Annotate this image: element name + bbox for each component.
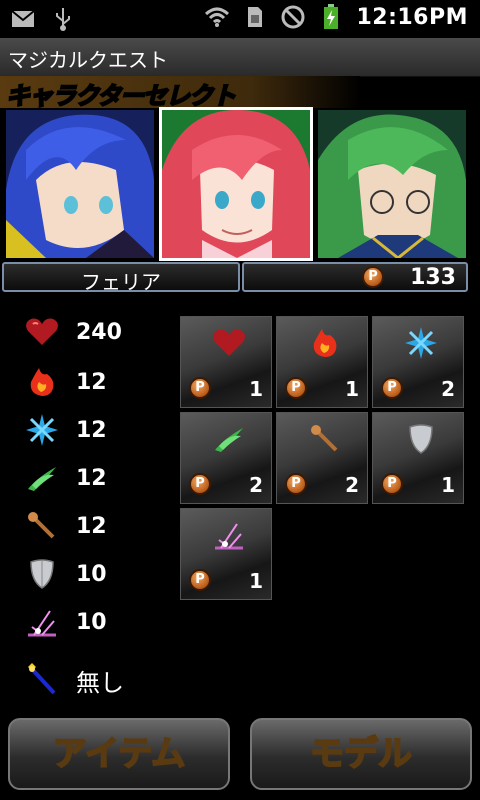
points-value: 133 [410, 265, 456, 290]
character-name-bar: フェリア [2, 262, 240, 294]
points-icon: P [362, 266, 384, 288]
app-title: マジカルクエスト [8, 48, 168, 72]
item-fire[interactable]: P 1 [276, 316, 368, 408]
stat-fire-value: 12 [76, 369, 107, 395]
clock: 12:16PM [356, 4, 468, 30]
wand-icon [22, 660, 62, 700]
usb-icon [50, 6, 76, 32]
stat-wind: 12 [22, 458, 107, 498]
points-bar: P 133 [242, 262, 468, 292]
stat-magic: 10 [22, 602, 107, 642]
banner-text: キャラクターセレクト [5, 81, 237, 111]
shield-icon [403, 421, 439, 457]
points-icon: P [381, 377, 403, 399]
character-name: フェリア [81, 270, 161, 294]
model-button-label: モデル [309, 733, 413, 775]
wind-icon [211, 421, 247, 457]
item-button-label: アイテム [52, 733, 187, 775]
character-select-banner: キャラクターセレクト [0, 76, 360, 111]
item-ice[interactable]: P 2 [372, 316, 464, 408]
magic-spark-icon [211, 517, 247, 553]
sim-icon [242, 4, 268, 30]
stat-hp: 240 [22, 312, 122, 352]
fire-icon [307, 325, 343, 361]
no-signal-icon [280, 4, 306, 30]
ice-icon [403, 325, 439, 361]
equipment-slot[interactable]: 無し [22, 660, 124, 700]
portrait-red-hair-character[interactable] [159, 107, 313, 261]
stat-staff-value: 12 [76, 513, 107, 539]
item-button[interactable]: アイテム [8, 718, 230, 790]
gmail-icon [10, 6, 36, 32]
stat-wind-value: 12 [76, 465, 107, 491]
stat-hp-value: 240 [76, 319, 122, 345]
wifi-icon [204, 4, 230, 30]
staff-icon [307, 421, 343, 457]
item-cost: 2 [249, 473, 263, 497]
points-icon: P [285, 377, 307, 399]
equipment-value: 無し [76, 668, 124, 697]
portrait-green-hair-character[interactable] [318, 110, 466, 258]
points-icon: P [381, 473, 403, 495]
item-staff[interactable]: P 2 [276, 412, 368, 504]
fire-icon [22, 362, 62, 402]
wind-icon [22, 458, 62, 498]
item-cost: 1 [249, 377, 263, 401]
stat-defense: 10 [22, 554, 107, 594]
item-cost: 2 [441, 377, 455, 401]
points-icon: P [189, 377, 211, 399]
item-wind[interactable]: P 2 [180, 412, 272, 504]
heart-icon [211, 325, 247, 361]
item-heart[interactable]: P 1 [180, 316, 272, 408]
points-icon: P [285, 473, 307, 495]
portrait-blue-hair-character[interactable] [6, 110, 154, 258]
points-icon: P [189, 569, 211, 591]
item-cost: 1 [345, 377, 359, 401]
battery-icon [318, 4, 344, 30]
item-shield[interactable]: P 1 [372, 412, 464, 504]
item-cost: 1 [441, 473, 455, 497]
status-bar: 12:16PM [0, 0, 480, 38]
staff-icon [22, 506, 62, 546]
stat-defense-value: 10 [76, 561, 107, 587]
app-title-bar: マジカルクエスト [0, 38, 480, 77]
heart-icon [22, 312, 62, 352]
stat-ice: 12 [22, 410, 107, 450]
item-magic-spark[interactable]: P 1 [180, 508, 272, 600]
stat-ice-value: 12 [76, 417, 107, 443]
model-button[interactable]: モデル [250, 718, 472, 790]
stat-magic-value: 10 [76, 609, 107, 635]
item-cost: 2 [345, 473, 359, 497]
ice-icon [22, 410, 62, 450]
magic-spark-icon [22, 602, 62, 642]
stat-staff: 12 [22, 506, 107, 546]
item-cost: 1 [249, 569, 263, 593]
points-icon: P [189, 473, 211, 495]
shield-icon [22, 554, 62, 594]
stat-fire: 12 [22, 362, 107, 402]
